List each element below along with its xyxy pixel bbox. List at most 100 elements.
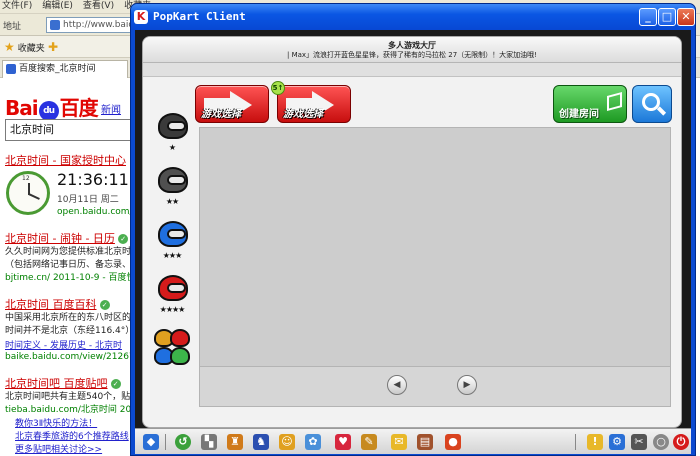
baidu-logo[interactable]: Bai du 百度 (5, 92, 99, 121)
helmet-visor (167, 229, 186, 239)
tools-icon[interactable]: ✂ (631, 434, 647, 450)
search-result: 北京时间吧 百度贴吧 ✓ 北京时间吧共有主题540个，贴 tieba.baidu… (5, 375, 133, 455)
tieba-post-link[interactable]: 北京春季旅游的6个推荐路线 (5, 429, 133, 442)
tab-baidu-search[interactable]: 百度搜索_北京时间 (2, 60, 128, 78)
game-taskbar: ◆ ↺ ▚ ♜ ♞ ☺ ✿ ♥ ✎ ✉ ▤ ● ! ⚙ ✂ ○ ⏻ (135, 428, 691, 454)
search-result: 北京时间 - 闹钟 - 日历 ✓ 久久时间网为您提供标准北京时 （包括网络记事日… (5, 230, 133, 284)
character-icon[interactable]: ♜ (227, 434, 243, 450)
popkart-app-icon[interactable]: K (134, 10, 148, 24)
window-title: PopKart Client (153, 10, 246, 23)
rank-2-helmet-button[interactable]: ★★ (152, 161, 192, 213)
rank-3-helmet-button[interactable]: ★★★ (152, 215, 192, 267)
heart-icon[interactable]: ♥ (335, 434, 351, 450)
back-icon[interactable]: ↺ (175, 434, 191, 450)
start-icon[interactable]: ◆ (143, 434, 159, 450)
popkart-client-area: 多人游戏大厅 | Max」流浪打开蓝色星星锋，获得了稀有的马拉松 27（无限制）… (135, 30, 691, 454)
result-url[interactable]: baike.baidu.com/view/21267.ht (5, 351, 133, 363)
menu-file[interactable]: 文件(F) (2, 0, 32, 13)
kart-icon[interactable]: ▚ (201, 434, 217, 450)
result-title[interactable]: 北京时间吧 百度贴吧 (5, 377, 108, 390)
taskbar-separator (575, 434, 576, 450)
multiplayer-lobby: 多人游戏大厅 | Max」流浪打开蓝色星星锋，获得了稀有的马拉松 27（无限制）… (142, 36, 682, 428)
room-list-footer (199, 367, 671, 407)
result-snippet: （包括网络记事日历、备忘录、 (5, 260, 132, 270)
result-title[interactable]: 北京时间 百度百科 (5, 298, 97, 311)
game-select-label: 游戏选择 (283, 109, 323, 120)
next-page-button[interactable]: ▶ (457, 375, 477, 395)
menu-edit[interactable]: 编辑(E) (42, 0, 73, 13)
verified-icon: ✓ (99, 300, 110, 310)
menu-view[interactable]: 查看(V) (83, 0, 114, 13)
verified-icon: ✓ (110, 379, 121, 389)
book-icon[interactable]: ▤ (417, 434, 433, 450)
notice-icon[interactable]: ! (587, 434, 603, 450)
all-ranks-helmet-button[interactable] (152, 325, 192, 377)
rank-stars: ★★ (165, 197, 179, 206)
game-select-button-2[interactable]: 游戏选择 (277, 85, 351, 123)
result-title[interactable]: 北京时间 - 闹钟 - 日历 (5, 232, 115, 245)
add-favorite-icon[interactable]: ✚ (48, 36, 58, 58)
result-url: open.baidu.com/ (57, 207, 133, 217)
cube-icon (607, 91, 622, 112)
tieba-more-link[interactable]: 更多贴吧相关讨论>> (5, 442, 133, 455)
maximize-button[interactable]: □ (658, 8, 676, 26)
helmet-icon (170, 347, 190, 365)
helmet-visor (167, 121, 186, 131)
rank-stars: ★★★★ (159, 305, 186, 314)
search-result: 北京时间 - 国家授时中心 (5, 152, 133, 168)
result-url[interactable]: bjtime.cn/ 2011-10-9 - 百度快照 (5, 272, 133, 284)
exit-icon[interactable]: ⏻ (673, 434, 689, 450)
item-icon[interactable]: ✎ (361, 434, 377, 450)
mail-icon[interactable]: ✿ (305, 434, 321, 450)
room-list[interactable] (199, 127, 671, 367)
baidu-logo-text: Bai (5, 96, 39, 120)
favorites-star-icon[interactable]: ★ (4, 40, 15, 54)
analog-clock-icon: 12 (6, 171, 50, 215)
create-room-label: 创建房间 (559, 109, 599, 120)
garage-icon[interactable]: ● (445, 434, 461, 450)
news-link[interactable]: 新闻 (101, 101, 121, 116)
pet-icon[interactable]: ☺ (279, 434, 295, 450)
announcement-marquee: | Max」流浪打开蓝色星星锋，获得了稀有的马拉松 27（无限制）！大家加油哦! (287, 51, 537, 59)
popkart-titlebar[interactable]: K PopKart Client _ □ ✕ (131, 4, 695, 30)
result-url[interactable]: tieba.baidu.com/北京时间 201 (5, 404, 133, 416)
lobby-header: 多人游戏大厅 | Max」流浪打开蓝色星星锋，获得了稀有的马拉松 27（无限制）… (143, 37, 681, 63)
minimize-button[interactable]: _ (639, 8, 657, 26)
prev-page-button[interactable]: ◀ (387, 375, 407, 395)
verified-icon: ✓ (118, 234, 129, 244)
result-title[interactable]: 北京时间 - 国家授时中心 (5, 152, 133, 168)
result-snippet: 中国采用北京所在的东八时区的 (5, 313, 132, 323)
rank-4-helmet-button[interactable]: ★★★★ (152, 269, 192, 321)
baidu-paw-icon: du (38, 101, 59, 121)
search-room-button[interactable] (632, 85, 672, 123)
rank-1-helmet-button[interactable]: ★ (152, 107, 192, 159)
settings-icon[interactable]: ⚙ (609, 434, 625, 450)
game-select-label: 游戏选择 (201, 109, 241, 120)
result-snippet: 久久时间网为您提供标准北京时 (5, 247, 132, 257)
lobby-subheader (143, 63, 681, 77)
helmet-visor (167, 175, 186, 185)
clock-numeral: 12 (22, 175, 30, 182)
result-snippet: 时间并不是北京（东经116.4°） (5, 326, 133, 336)
helmet-icon (170, 329, 190, 347)
desktop: 文件(F) 编辑(E) 查看(V) 收藏夹 地址 http://www.baid… (0, 0, 700, 456)
gift-icon[interactable]: ✉ (391, 434, 407, 450)
result-snippet: 北京时间吧共有主题540个，贴 (5, 392, 131, 402)
rank-stars: ★★★ (162, 251, 183, 260)
favorites-label[interactable]: 收藏夹 (18, 44, 45, 54)
baidu-search-input[interactable]: 北京时间 (5, 119, 133, 141)
baidu-logo-cn: 百度 (59, 96, 99, 120)
magnifier-handle (656, 106, 667, 116)
close-button[interactable]: ✕ (677, 8, 695, 26)
tieba-post-link[interactable]: 教你3Ⅱ快乐的方法！ (5, 416, 133, 429)
zoom-icon[interactable]: ○ (653, 434, 669, 450)
game-select-button[interactable]: 游戏选择 (195, 85, 269, 123)
taskbar-separator (165, 434, 166, 450)
create-room-button[interactable]: 创建房间 (553, 85, 627, 123)
rank-filter-sidebar: ★ ★★ ★★★ ★★★★ (150, 103, 194, 403)
clock-time: 21:36:11 (57, 170, 129, 189)
result-sublinks[interactable]: 时间定义 - 发展历史 - 北京时 (5, 338, 133, 351)
popkart-window: K PopKart Client _ □ ✕ 多人游戏大厅 | Max」流浪打开… (130, 3, 696, 456)
mode-badge-icon: 5↑ (271, 81, 285, 95)
shop-icon[interactable]: ♞ (253, 434, 269, 450)
